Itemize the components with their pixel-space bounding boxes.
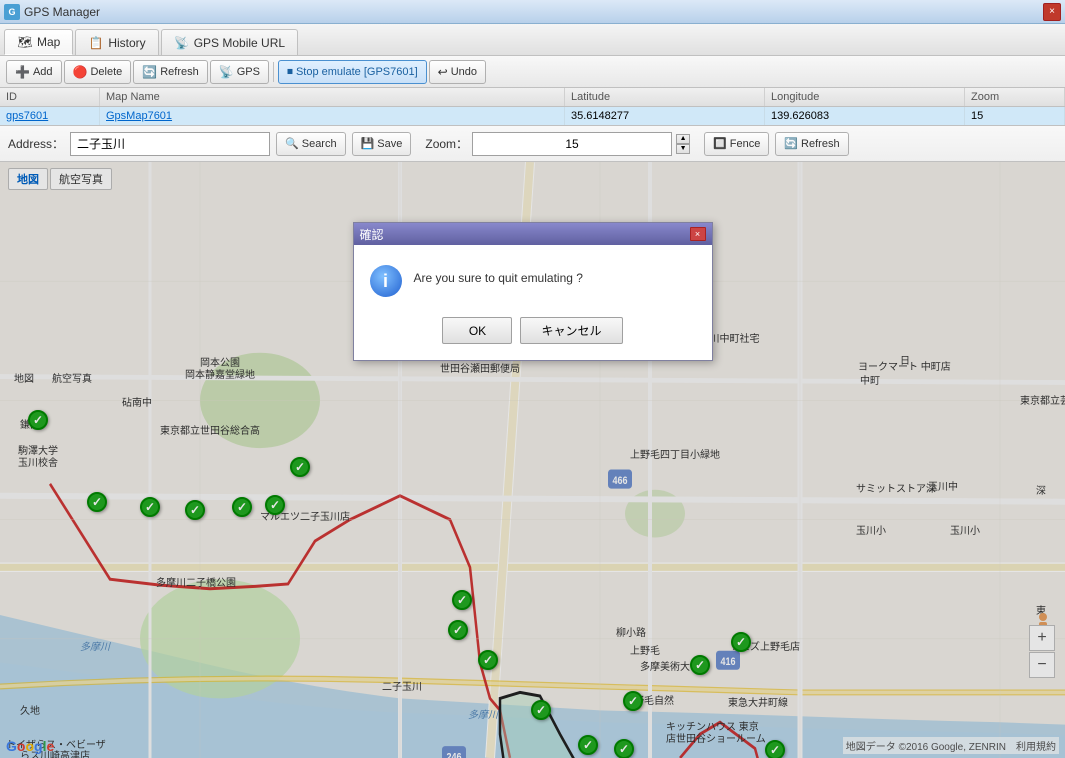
fence-button[interactable]: 🔲 Fence	[704, 132, 769, 156]
cell-lon: 139.626083	[765, 107, 965, 125]
dialog-title: 確認	[360, 226, 384, 243]
zoom-up-button[interactable]: ▲	[676, 134, 690, 144]
save-icon: 💾	[361, 137, 375, 150]
search-icon: 🔍	[285, 137, 299, 150]
zoom-spinners: ▲ ▼	[676, 134, 690, 154]
delete-button[interactable]: 🔴 Delete	[64, 60, 132, 84]
app-title: GPS Manager	[24, 5, 1043, 19]
tab-map[interactable]: 🗺 Map	[4, 29, 73, 55]
refresh-button[interactable]: 🔄 Refresh	[133, 60, 207, 84]
stop-emulate-button[interactable]: ⏹ Stop emulate [GPS7601]	[278, 60, 427, 84]
cell-mapname[interactable]: GpsMap7601	[100, 107, 565, 125]
undo-icon: ↩	[438, 65, 448, 79]
tab-gps-label: GPS Mobile URL	[194, 36, 285, 50]
refresh-label: Refresh	[160, 66, 199, 78]
add-icon: ➕	[15, 65, 30, 79]
zoom-down-button[interactable]: ▼	[676, 144, 690, 154]
tab-history-label: History	[108, 36, 145, 50]
gps-button[interactable]: 📡 GPS	[210, 60, 269, 84]
save-button[interactable]: 💾 Save	[352, 132, 412, 156]
address-bar: Address： 🔍 Search 💾 Save Zoom： ▲ ▼ 🔲 Fen…	[0, 126, 1065, 162]
stop-icon: ⏹	[287, 64, 293, 79]
tab-bar: 🗺 Map 📋 History 📡 GPS Mobile URL	[0, 24, 1065, 56]
toolbar-separator	[273, 62, 274, 82]
cell-id[interactable]: gps7601	[0, 107, 100, 125]
stop-emulate-label: Stop emulate [GPS7601]	[296, 66, 418, 78]
gps-label: GPS	[237, 66, 260, 78]
tab-map-label: Map	[37, 35, 60, 49]
dialog-cancel-button[interactable]: キャンセル	[520, 317, 622, 344]
close-button[interactable]: ×	[1043, 3, 1061, 21]
gps-tab-icon: 📡	[174, 35, 190, 51]
delete-label: Delete	[90, 66, 122, 78]
app-icon: G	[4, 4, 20, 20]
dialog-overlay: 確認 × i Are you sure to quit emulating ? …	[0, 162, 1065, 758]
table-row[interactable]: gps7601 GpsMap7601 35.6148277 139.626083…	[0, 107, 1065, 125]
dialog-body: i Are you sure to quit emulating ?	[354, 245, 712, 307]
history-tab-icon: 📋	[88, 35, 104, 51]
add-button[interactable]: ➕ Add	[6, 60, 62, 84]
col-header-lat: Latitude	[565, 88, 765, 106]
col-header-zoom: Zoom	[965, 88, 1065, 106]
tab-history[interactable]: 📋 History	[75, 29, 158, 55]
delete-icon: 🔴	[73, 65, 88, 79]
map-tab-icon: 🗺	[17, 34, 33, 50]
col-header-mapname: Map Name	[100, 88, 565, 106]
add-label: Add	[33, 66, 53, 78]
undo-label: Undo	[451, 66, 477, 78]
toolbar: ➕ Add 🔴 Delete 🔄 Refresh 📡 GPS ⏹ Stop em…	[0, 56, 1065, 88]
map-background: 466 246 246 246 246 416 311 地図 航空写真 岡本公園…	[0, 162, 1065, 758]
refresh-icon: 🔄	[142, 65, 157, 79]
dialog-info-icon: i	[370, 265, 402, 297]
title-bar: G GPS Manager ×	[0, 0, 1065, 24]
dialog-buttons: OK キャンセル	[354, 307, 712, 360]
save-label: Save	[377, 138, 402, 150]
map-area[interactable]: 466 246 246 246 246 416 311 地図 航空写真 岡本公園…	[0, 162, 1065, 758]
fence-label: Fence	[730, 138, 761, 150]
col-header-lon: Longitude	[765, 88, 965, 106]
fence-icon: 🔲	[713, 137, 727, 150]
map-refresh-label: Refresh	[801, 138, 840, 150]
zoom-container: Zoom： ▲ ▼	[425, 132, 690, 156]
map-refresh-button[interactable]: 🔄 Refresh	[775, 132, 848, 156]
dialog-close-button[interactable]: ×	[690, 227, 706, 241]
map-refresh-icon: 🔄	[784, 137, 798, 150]
dialog-titlebar: 確認 ×	[354, 223, 712, 245]
undo-button[interactable]: ↩ Undo	[429, 60, 486, 84]
gps-icon: 📡	[219, 65, 234, 79]
col-header-id: ID	[0, 88, 100, 106]
grid-header: ID Map Name Latitude Longitude Zoom	[0, 88, 1065, 107]
cell-zoom: 15	[965, 107, 1065, 125]
dialog-message: Are you sure to quit emulating ?	[414, 265, 583, 285]
search-button[interactable]: 🔍 Search	[276, 132, 346, 156]
data-grid: ID Map Name Latitude Longitude Zoom gps7…	[0, 88, 1065, 126]
address-label: Address：	[8, 135, 64, 152]
zoom-input[interactable]	[472, 132, 672, 156]
dialog-ok-button[interactable]: OK	[442, 317, 512, 344]
search-label: Search	[302, 138, 337, 150]
confirm-dialog: 確認 × i Are you sure to quit emulating ? …	[353, 222, 713, 361]
cell-lat: 35.6148277	[565, 107, 765, 125]
zoom-label: Zoom：	[425, 135, 468, 152]
tab-gps-mobile-url[interactable]: 📡 GPS Mobile URL	[161, 29, 298, 55]
address-input[interactable]	[70, 132, 270, 156]
